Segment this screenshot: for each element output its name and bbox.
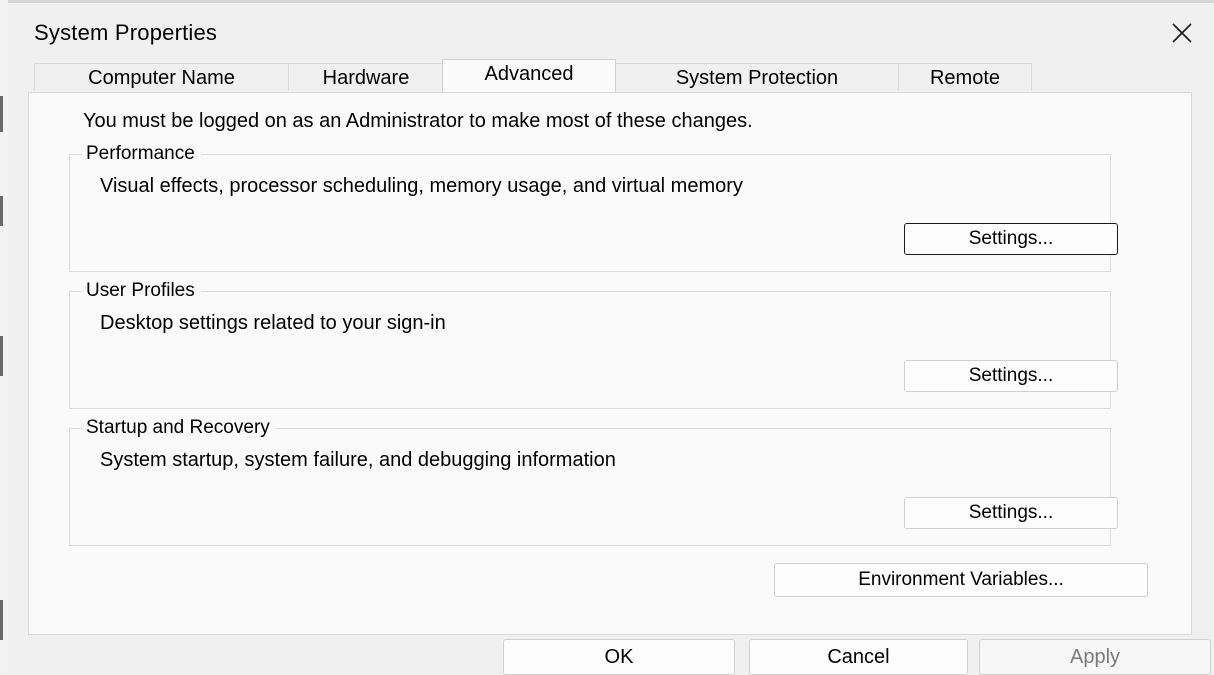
tab-advanced[interactable]: Advanced (442, 59, 616, 92)
apply-button[interactable]: Apply (979, 639, 1211, 675)
admin-notice: You must be logged on as an Administrato… (83, 110, 753, 132)
close-button[interactable] (1162, 13, 1202, 53)
edge-mark (0, 196, 3, 226)
startup-recovery-group-title: Startup and Recovery (82, 417, 276, 439)
edge-mark (0, 600, 3, 640)
tab-system-protection[interactable]: System Protection (615, 63, 899, 91)
performance-settings-button[interactable]: Settings... (904, 223, 1118, 255)
ok-button[interactable]: OK (503, 639, 735, 675)
tab-remote[interactable]: Remote (898, 63, 1032, 91)
performance-group: Performance Visual effects, processor sc… (69, 143, 1118, 272)
system-properties-dialog: System Properties Computer Name Hardware… (8, 3, 1214, 675)
environment-variables-button[interactable]: Environment Variables... (774, 563, 1148, 597)
user-profiles-group-title: User Profiles (82, 280, 201, 302)
performance-description: Visual effects, processor scheduling, me… (100, 175, 743, 197)
user-profiles-description: Desktop settings related to your sign-in (100, 312, 446, 334)
edge-mark (0, 336, 3, 376)
startup-recovery-description: System startup, system failure, and debu… (100, 449, 616, 471)
startup-recovery-group: Startup and Recovery System startup, sys… (69, 417, 1118, 546)
title-bar: System Properties (8, 3, 1214, 63)
startup-recovery-settings-button[interactable]: Settings... (904, 497, 1118, 529)
cancel-button[interactable]: Cancel (749, 639, 968, 675)
tab-hardware[interactable]: Hardware (288, 63, 444, 91)
background-window-edge (0, 0, 8, 672)
user-profiles-settings-button[interactable]: Settings... (904, 360, 1118, 392)
edge-mark (0, 96, 3, 132)
performance-group-title: Performance (82, 143, 201, 165)
tab-computer-name[interactable]: Computer Name (34, 63, 289, 91)
user-profiles-group: User Profiles Desktop settings related t… (69, 280, 1118, 409)
advanced-tab-panel: You must be logged on as an Administrato… (28, 92, 1192, 635)
window-title: System Properties (34, 20, 218, 45)
close-icon (1172, 23, 1192, 43)
